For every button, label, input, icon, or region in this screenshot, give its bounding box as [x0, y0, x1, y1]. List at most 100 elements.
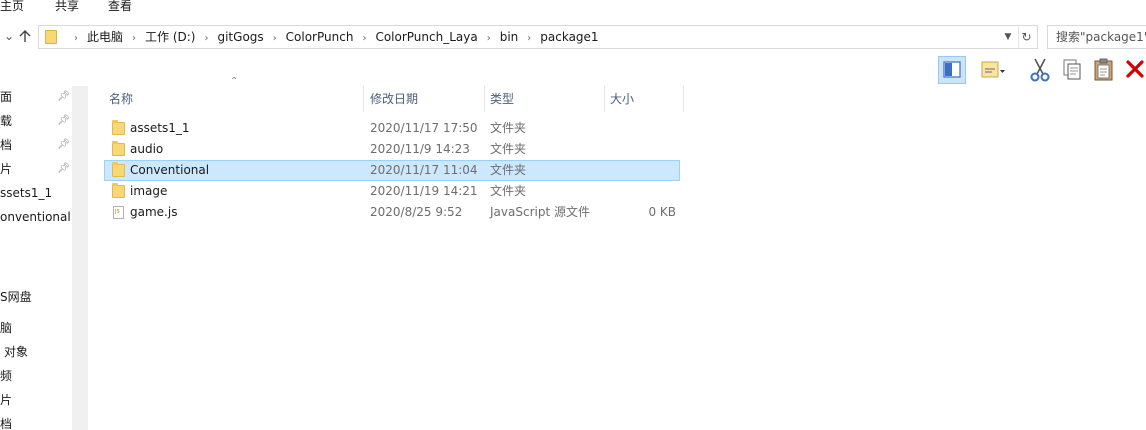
file-date: 2020/11/9 14:23	[370, 142, 470, 156]
pin-icon[interactable]: 📌︎	[57, 86, 70, 108]
chevron-right-icon[interactable]: ›	[273, 33, 277, 44]
chevron-right-icon[interactable]: ›	[487, 33, 491, 44]
file-date: 2020/8/25 9:52	[370, 205, 463, 219]
chevron-right-icon[interactable]: ›	[204, 33, 208, 44]
table-row[interactable]: image 2020/11/19 14:21 文件夹	[104, 181, 680, 202]
preview-pane-button[interactable]	[938, 56, 966, 84]
nav-item-conventional[interactable]: onventional	[0, 206, 72, 228]
table-row[interactable]: audio 2020/11/9 14:23 文件夹	[104, 139, 680, 160]
nav-item-downloads[interactable]: 载 📌︎	[0, 110, 72, 132]
copy-icon	[1063, 59, 1081, 80]
navigation-pane: 面 📌︎ 载 📌︎ 档 📌︎ 片 📌︎ ssets1_1 onventional…	[0, 86, 88, 430]
search-box[interactable]	[1047, 25, 1146, 49]
nav-item-label: 片	[0, 393, 13, 407]
nav-item-wps-cloud[interactable]: S网盘	[0, 286, 72, 308]
paste-icon	[1094, 58, 1113, 81]
file-type: 文件夹	[490, 121, 527, 135]
nav-item-assets1-1[interactable]: ssets1_1	[0, 182, 72, 204]
nav-item-label: 载	[0, 114, 13, 128]
nav-item-label: 档	[0, 138, 13, 152]
pin-icon[interactable]: 📌︎	[57, 158, 70, 180]
delete-button[interactable]	[1122, 56, 1146, 84]
copy-button[interactable]	[1058, 56, 1086, 84]
tab-view[interactable]: 查看	[108, 0, 132, 14]
nav-item-3d-objects[interactable]: 对象	[0, 341, 72, 363]
file-name: image	[130, 184, 168, 198]
navigation-scrollbar[interactable]	[72, 86, 88, 430]
properties-icon	[981, 61, 1005, 78]
chevron-right-icon[interactable]: ›	[527, 33, 531, 44]
refresh-icon[interactable]: ↻	[1018, 26, 1034, 48]
nav-item-label: 脑	[0, 321, 13, 335]
file-type: 文件夹	[490, 184, 527, 198]
pin-icon[interactable]: 📌︎	[57, 134, 70, 156]
nav-item-label: ssets1_1	[0, 186, 53, 200]
toolbar	[936, 55, 1146, 85]
file-name: assets1_1	[130, 121, 190, 135]
file-date: 2020/11/19 14:21	[370, 184, 478, 198]
table-row[interactable]: assets1_1 2020/11/17 17:50 文件夹	[104, 118, 680, 139]
nav-item-label: 片	[0, 162, 13, 176]
file-type: 文件夹	[490, 163, 527, 177]
file-date: 2020/11/17 11:04	[370, 163, 478, 177]
breadcrumb-colorpunch-laya[interactable]: ColorPunch_Laya	[375, 30, 477, 44]
nav-item-desktop[interactable]: 面 📌︎	[0, 86, 72, 108]
nav-item-this-pc[interactable]: 脑	[0, 317, 72, 339]
nav-item-label: 频	[0, 369, 13, 383]
paste-button[interactable]	[1090, 56, 1118, 84]
breadcrumb-colorpunch[interactable]: ColorPunch	[286, 30, 354, 44]
file-name: Conventional	[130, 163, 210, 177]
nav-item-pictures-pc[interactable]: 片	[0, 389, 72, 411]
file-type: 文件夹	[490, 142, 527, 156]
nav-item-label: 档	[0, 417, 13, 430]
breadcrumb-drive-d[interactable]: 工作 (D:)	[145, 30, 195, 44]
javascript-file-icon	[113, 206, 124, 219]
folder-icon	[112, 120, 125, 135]
chevron-right-icon[interactable]: ›	[362, 33, 366, 44]
table-row[interactable]: game.js 2020/8/25 9:52 JavaScript 源文件 0 …	[104, 202, 680, 223]
breadcrumb-bin[interactable]: bin	[500, 30, 519, 44]
nav-item-documents-pc[interactable]: 档	[0, 413, 72, 430]
breadcrumb-gitgogs[interactable]: gitGogs	[217, 30, 263, 44]
ribbon-tabs: 主页 共享 查看	[0, 0, 1146, 16]
nav-item-videos[interactable]: 频	[0, 365, 72, 387]
address-bar[interactable]: › 此电脑 › 工作 (D:) › gitGogs › ColorPunch › ColorPun…	[38, 25, 1038, 49]
nav-item-pictures[interactable]: 片 📌︎	[0, 158, 72, 180]
table-row-selected[interactable]: Conventional 2020/11/17 11:04 文件夹	[104, 160, 680, 181]
delete-icon	[1126, 60, 1144, 78]
address-row: ⌄ › 此电脑 › 工作 (D:) › gitGogs › ColorPunch › ColorP…	[0, 22, 1146, 52]
nav-item-label: S网盘	[0, 290, 32, 304]
folder-icon	[112, 183, 125, 198]
breadcrumb-this-pc[interactable]: 此电脑	[87, 30, 123, 44]
file-date: 2020/11/17 17:50	[370, 121, 478, 135]
preview-pane-icon	[943, 61, 961, 78]
file-size: 0 KB	[648, 205, 676, 219]
pin-icon[interactable]: 📌︎	[57, 110, 70, 132]
tab-share[interactable]: 共享	[55, 0, 79, 14]
breadcrumb-package1[interactable]: package1	[540, 30, 598, 44]
nav-item-label: 对象	[4, 345, 29, 359]
breadcrumb: › 此电脑 › 工作 (D:) › gitGogs › ColorPunch › ColorPun…	[65, 26, 599, 48]
cut-icon	[1030, 58, 1050, 82]
chevron-right-icon[interactable]: ›	[74, 33, 78, 44]
file-type: JavaScript 源文件	[490, 205, 590, 219]
column-header-type[interactable]: 类型	[485, 86, 605, 112]
column-header-date[interactable]: 修改日期	[365, 86, 485, 112]
folder-icon	[112, 141, 125, 156]
nav-item-label: 面	[0, 90, 13, 104]
tab-home[interactable]: 主页	[0, 0, 24, 14]
folder-icon	[112, 162, 125, 177]
nav-item-documents[interactable]: 档 📌︎	[0, 134, 72, 156]
nav-item-label: onventional	[0, 210, 71, 224]
search-input[interactable]	[1048, 26, 1146, 48]
column-header-name[interactable]: 名称	[104, 86, 364, 112]
cut-button[interactable]	[1026, 56, 1054, 84]
column-header-size[interactable]: 大小	[605, 86, 684, 112]
folder-icon	[45, 30, 57, 44]
up-arrow-icon[interactable]	[16, 25, 34, 47]
file-name: audio	[130, 142, 164, 156]
properties-button[interactable]	[978, 56, 1006, 84]
file-name: game.js	[130, 205, 178, 219]
address-dropdown-icon[interactable]: ▼	[1001, 26, 1015, 48]
chevron-right-icon[interactable]: ›	[132, 33, 136, 44]
